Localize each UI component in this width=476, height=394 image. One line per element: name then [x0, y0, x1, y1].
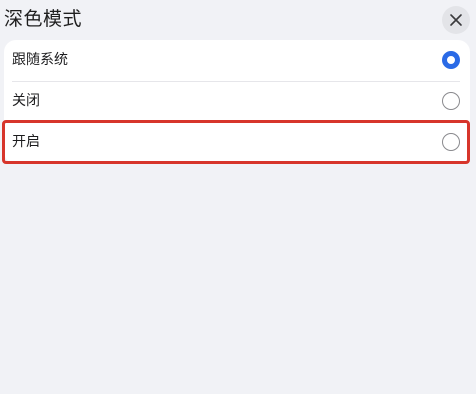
close-icon — [450, 14, 462, 26]
radio-unselected-icon[interactable] — [442, 92, 460, 110]
option-follow-system[interactable]: 跟随系统 — [4, 40, 470, 80]
option-off[interactable]: 关闭 — [4, 81, 470, 121]
radio-unselected-icon[interactable] — [442, 133, 460, 151]
option-label: 开启 — [12, 134, 40, 150]
dialog-header: 深色模式 — [0, 0, 476, 38]
option-label: 跟随系统 — [12, 52, 68, 68]
option-label: 关闭 — [12, 93, 40, 109]
page-title: 深色模式 — [4, 8, 83, 30]
option-on[interactable]: 开启 — [4, 122, 470, 162]
radio-selected-icon[interactable] — [442, 51, 460, 69]
close-button[interactable] — [442, 6, 470, 34]
options-card: 跟随系统 关闭 开启 — [4, 40, 470, 164]
